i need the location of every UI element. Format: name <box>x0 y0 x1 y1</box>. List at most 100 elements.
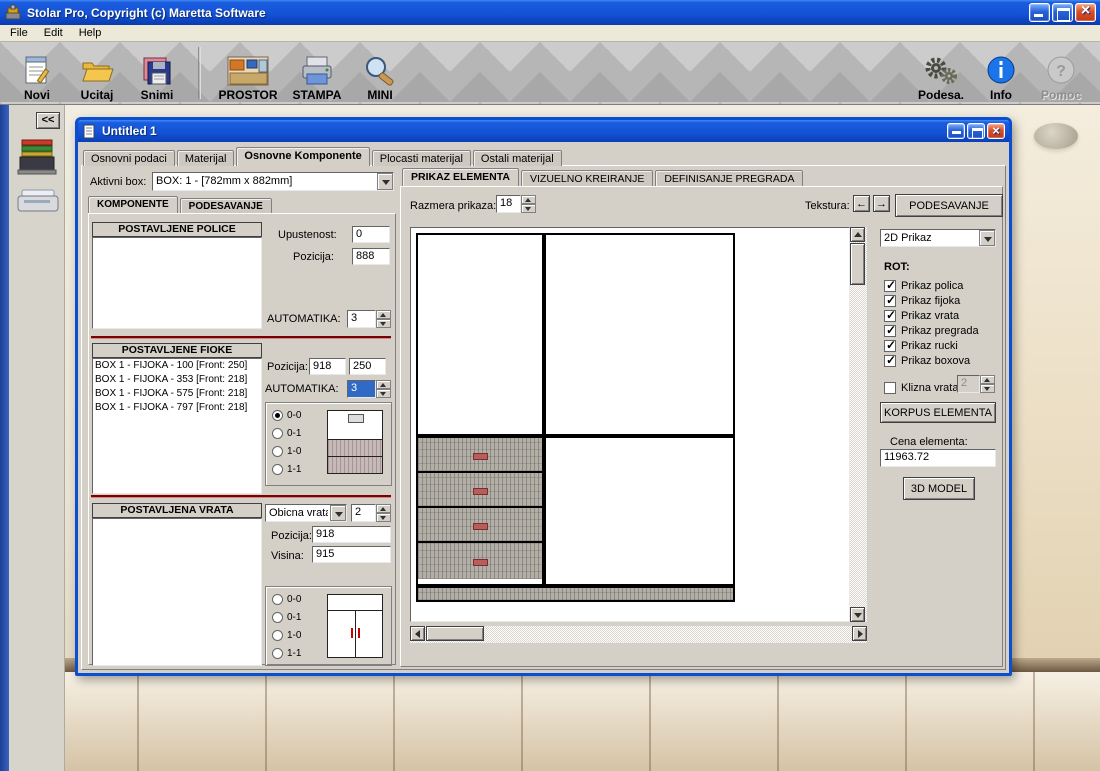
canvas-horizontal-scrollbar[interactable] <box>410 626 867 643</box>
checkbox-box[interactable] <box>884 340 896 352</box>
fioke-pozicija-input-2[interactable]: 250 <box>349 358 386 375</box>
spinner-down-button[interactable] <box>521 204 536 213</box>
checkbox-prikaz-boxova[interactable]: Prikaz boxova <box>884 354 970 367</box>
open-button[interactable]: Ucitaj <box>68 44 126 102</box>
radio-option[interactable]: 0-0 <box>272 593 301 606</box>
list-item[interactable]: BOX 1 - FIJOKA - 100 [Front: 250] <box>93 359 261 373</box>
tab-osnovne-komponente[interactable]: Osnovne Komponente <box>236 147 369 166</box>
spinner-up-button[interactable] <box>521 195 536 204</box>
pomoc-button[interactable]: ? Pomoc <box>1032 44 1090 102</box>
info-button[interactable]: Info <box>972 44 1030 102</box>
sidebar-collapse-button[interactable]: << <box>36 112 60 129</box>
radio-option[interactable]: 1-1 <box>272 647 301 660</box>
maximize-button[interactable] <box>1052 3 1073 22</box>
police-listbox[interactable] <box>92 237 262 329</box>
podesa-button[interactable]: Podesa. <box>912 44 970 102</box>
tab-osnovni-podaci[interactable]: Osnovni podaci <box>83 150 175 166</box>
tab-prikaz-elementa[interactable]: PRIKAZ ELEMENTA <box>402 168 519 186</box>
checkbox-box[interactable] <box>884 355 896 367</box>
tab-materijal[interactable]: Materijal <box>177 150 235 166</box>
menu-file[interactable]: File <box>2 26 36 40</box>
police-automatika-spinner[interactable]: 3 <box>347 310 391 328</box>
radio-option[interactable]: 0-0 <box>272 409 301 422</box>
chevron-down-icon[interactable] <box>979 230 995 246</box>
view-mode-select[interactable]: 2D Prikaz <box>880 229 996 247</box>
vrata-listbox[interactable] <box>92 518 262 666</box>
checkbox-box[interactable] <box>884 310 896 322</box>
spinner-up-button[interactable] <box>376 310 391 319</box>
checkbox-box[interactable] <box>884 295 896 307</box>
spinner-down-button[interactable] <box>376 319 391 328</box>
close-button[interactable] <box>1075 3 1096 22</box>
new-button[interactable]: Novi <box>8 44 66 102</box>
fioke-automatika-spinner[interactable]: 3 <box>347 380 391 398</box>
tab-ostali-materijal[interactable]: Ostali materijal <box>473 150 562 166</box>
radio-button[interactable] <box>272 410 283 421</box>
podesavanje-button[interactable]: PODESAVANJE <box>895 194 1003 217</box>
tab-komponente[interactable]: KOMPONENTE <box>88 196 178 213</box>
chevron-down-icon[interactable] <box>330 505 346 521</box>
scanner-icon[interactable] <box>16 185 60 217</box>
fioke-pozicija-input-1[interactable]: 918 <box>309 358 346 375</box>
radio-button[interactable] <box>272 612 283 623</box>
upustenost-input[interactable]: 0 <box>352 226 390 243</box>
doc-close-button[interactable] <box>987 123 1005 139</box>
tab-vizuelno-kreiranje[interactable]: VIZUELNO KREIRANJE <box>521 170 653 186</box>
radio-button[interactable] <box>272 464 283 475</box>
visina-input[interactable]: 915 <box>312 546 391 563</box>
tab-definisanje-pregrada[interactable]: DEFINISANJE PREGRADA <box>655 170 803 186</box>
radio-button[interactable] <box>272 648 283 659</box>
mini-button[interactable]: MINI <box>351 44 409 102</box>
checkbox-prikaz-rucki[interactable]: Prikaz rucki <box>884 339 958 352</box>
razmera-spinner[interactable]: 18 <box>496 195 536 213</box>
spinner-up-button[interactable] <box>376 380 391 389</box>
vertical-scroll-thumb[interactable] <box>850 243 865 285</box>
spinner-value[interactable]: 18 <box>496 195 521 213</box>
radio-option[interactable]: 1-1 <box>272 463 301 476</box>
radio-button[interactable] <box>272 428 283 439</box>
vrata-pozicija-input[interactable]: 918 <box>312 526 391 543</box>
spinner-down-button[interactable] <box>376 513 391 522</box>
checkbox-prikaz-vrata[interactable]: Prikaz vrata <box>884 309 959 322</box>
3d-model-button[interactable]: 3D MODEL <box>903 477 975 500</box>
korpus-elementa-button[interactable]: KORPUS ELEMENTA <box>880 402 996 423</box>
tekstura-prev-button[interactable]: ← <box>853 195 870 212</box>
list-item[interactable]: BOX 1 - FIJOKA - 797 [Front: 218] <box>93 401 261 415</box>
menu-edit[interactable]: Edit <box>36 26 71 40</box>
stampa-button[interactable]: STAMPA <box>285 44 349 102</box>
tab-podesavanje[interactable]: PODESAVANJE <box>180 198 272 213</box>
vrata-type-select[interactable]: Obicna vrata <box>265 504 347 522</box>
scroll-left-button[interactable] <box>410 626 425 641</box>
element-drawing-canvas[interactable] <box>410 227 850 622</box>
save-button[interactable]: Snimi <box>128 44 186 102</box>
radio-button[interactable] <box>272 446 283 457</box>
checkbox-prikaz-pregrada[interactable]: Prikaz pregrada <box>884 324 979 337</box>
minimize-button[interactable] <box>1029 3 1050 22</box>
scroll-down-button[interactable] <box>850 607 865 622</box>
radio-button[interactable] <box>272 594 283 605</box>
police-pozicija-input[interactable]: 888 <box>352 248 390 265</box>
tab-plocasti-materijal[interactable]: Plocasti materijal <box>372 150 471 166</box>
list-item[interactable]: BOX 1 - FIJOKA - 353 [Front: 218] <box>93 373 261 387</box>
radio-option[interactable]: 0-1 <box>272 611 301 624</box>
chevron-down-icon[interactable] <box>377 173 393 190</box>
checkbox-box[interactable] <box>884 382 896 394</box>
machine-icon[interactable] <box>16 135 58 177</box>
menu-help[interactable]: Help <box>71 26 110 40</box>
prostor-button[interactable]: PROSTOR <box>213 44 283 102</box>
radio-option[interactable]: 1-0 <box>272 445 301 458</box>
checkbox-box[interactable] <box>884 325 896 337</box>
radio-button[interactable] <box>272 630 283 641</box>
tekstura-next-button[interactable]: → <box>873 195 890 212</box>
vrata-count-spinner[interactable]: 2 <box>351 504 391 522</box>
fioke-listbox[interactable]: BOX 1 - FIJOKA - 100 [Front: 250] BOX 1 … <box>92 358 262 494</box>
scroll-right-button[interactable] <box>852 626 867 641</box>
aktivni-box-select[interactable]: BOX: 1 - [782mm x 882mm] <box>152 172 394 191</box>
checkbox-box[interactable] <box>884 280 896 292</box>
checkbox-klizna-vrata[interactable]: Klizna vrata <box>884 381 958 394</box>
spinner-up-button[interactable] <box>376 504 391 513</box>
doc-maximize-button[interactable] <box>967 123 985 139</box>
spinner-value[interactable]: 3 <box>347 380 376 398</box>
spinner-down-button[interactable] <box>376 389 391 398</box>
cena-elementa-input[interactable]: 11963.72 <box>880 449 996 467</box>
